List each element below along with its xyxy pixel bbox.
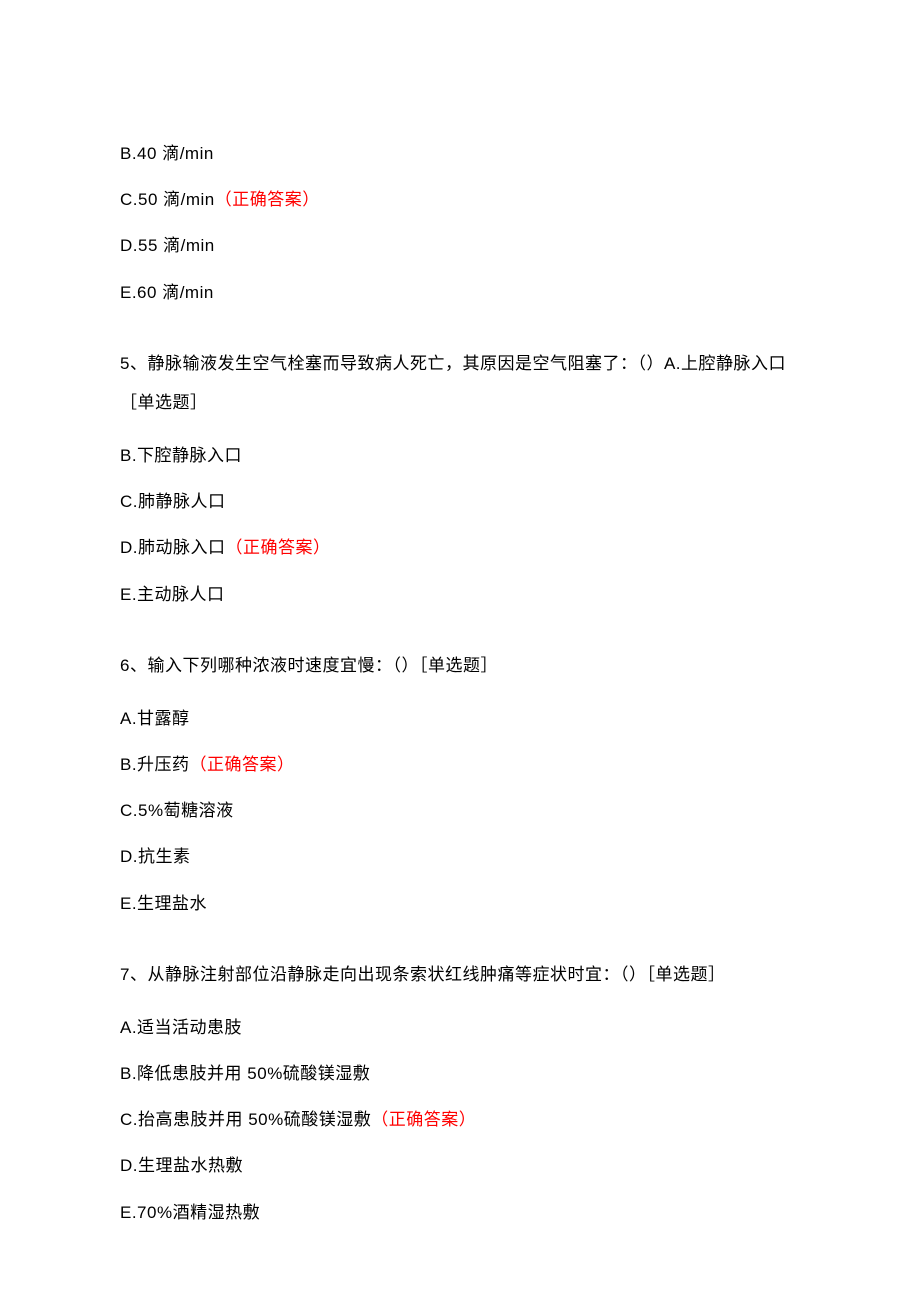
- option-text: A.适当活动患肢: [120, 1018, 242, 1037]
- q5-option-b: B.下腔静脉入口: [120, 442, 790, 469]
- q6-option-c: C.5%萄糖溶液: [120, 797, 790, 824]
- option-text: E.70%酒精湿热敷: [120, 1203, 260, 1222]
- option-text: A.甘露醇: [120, 709, 190, 728]
- option-text: B.升压药: [120, 755, 190, 774]
- option-text: D.肺动脉入口: [120, 538, 226, 557]
- option-text: D.55 滴/min: [120, 236, 215, 255]
- question-7: 7、从静脉注射部位沿静脉走向出现条索状红线肿痛等症状时宜：（）［单选题］: [120, 955, 790, 994]
- question-5: 5、静脉输液发生空气栓塞而导致病人死亡，其原因是空气阻塞了：（）A.上腔静脉入口…: [120, 344, 790, 422]
- question-text: 5、静脉输液发生空气栓塞而导致病人死亡，其原因是空气阻塞了：（）A.上腔静脉入口…: [120, 354, 786, 412]
- q6-option-b: B.升压药（正确答案）: [120, 751, 790, 778]
- correct-answer-mark: （正确答案）: [215, 190, 320, 209]
- q4-option-d: D.55 滴/min: [120, 232, 790, 259]
- option-text: D.生理盐水热敷: [120, 1156, 243, 1175]
- q4-option-c: C.50 滴/min（正确答案）: [120, 186, 790, 213]
- option-text: C.5%萄糖溶液: [120, 801, 234, 820]
- question-6: 6、输入下列哪种浓液时速度宜慢：（）［单选题］: [120, 646, 790, 685]
- q7-option-d: D.生理盐水热敷: [120, 1152, 790, 1179]
- q7-option-c: C.抬高患肢并用 50%硫酸镁湿敷（正确答案）: [120, 1106, 790, 1133]
- q6-option-e: E.生理盐水: [120, 890, 790, 917]
- q4-option-e: E.60 滴/min: [120, 279, 790, 306]
- q4-option-b: B.40 滴/min: [120, 140, 790, 167]
- option-text: B.降低患肢并用 50%硫酸镁湿敷: [120, 1064, 370, 1083]
- question-text: 6、输入下列哪种浓液时速度宜慢：（）［单选题］: [120, 656, 498, 675]
- option-text: D.抗生素: [120, 847, 191, 866]
- question-text: 7、从静脉注射部位沿静脉走向出现条索状红线肿痛等症状时宜：（）［单选题］: [120, 965, 725, 984]
- correct-answer-mark: （正确答案）: [226, 538, 331, 557]
- option-text: E.主动脉人口: [120, 585, 225, 604]
- q6-option-d: D.抗生素: [120, 843, 790, 870]
- option-text: E.生理盐水: [120, 894, 207, 913]
- q7-option-e: E.70%酒精湿热敷: [120, 1199, 790, 1226]
- q7-option-a: A.适当活动患肢: [120, 1014, 790, 1041]
- q5-option-d: D.肺动脉入口（正确答案）: [120, 534, 790, 561]
- correct-answer-mark: （正确答案）: [190, 755, 295, 774]
- option-text: B.下腔静脉入口: [120, 446, 242, 465]
- option-text: C.抬高患肢并用 50%硫酸镁湿敷: [120, 1110, 371, 1129]
- q6-option-a: A.甘露醇: [120, 705, 790, 732]
- correct-answer-mark: （正确答案）: [371, 1110, 476, 1129]
- option-text: B.40 滴/min: [120, 144, 214, 163]
- option-text: C.肺静脉人口: [120, 492, 226, 511]
- option-text: C.50 滴/min: [120, 190, 215, 209]
- q7-option-b: B.降低患肢并用 50%硫酸镁湿敷: [120, 1060, 790, 1087]
- option-text: E.60 滴/min: [120, 283, 214, 302]
- q5-option-e: E.主动脉人口: [120, 581, 790, 608]
- q5-option-c: C.肺静脉人口: [120, 488, 790, 515]
